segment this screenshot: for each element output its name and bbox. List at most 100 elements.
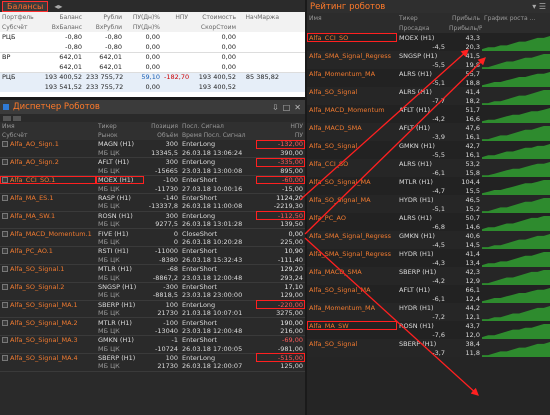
tab-scroll-icon[interactable]: ◂▸	[52, 2, 64, 11]
robot-checkbox[interactable]	[2, 248, 8, 255]
robot-subrow[interactable]: МБ ЦК -8818,5 23.03.18 23:00:00 129,00	[0, 291, 305, 301]
robot-name-cell[interactable]: Alfa_CCI_SO.1	[0, 175, 96, 185]
robot-checkbox[interactable]	[2, 177, 8, 184]
robot-subrow[interactable]: МБ ЦК 21730 26.03.18 12:00:07 125,00	[0, 362, 305, 372]
robot-name-cell[interactable]: Alfa_SO_Signal.2	[0, 282, 96, 291]
balance-row[interactable]: ВР 642,01 642,01 0,00 0,00	[0, 51, 305, 62]
rating-row[interactable]: Alfa_MA_SW ROSN (H1) 43,7	[307, 321, 550, 339]
col-pu-day[interactable]: ПУ(Дн)%	[124, 12, 162, 22]
robot-name-cell[interactable]: Alfa_SO_Signal_MA.2	[0, 318, 96, 327]
rating-row[interactable]: Alfa_PC_AO ALRS (H1) 50,7	[307, 213, 550, 231]
robot-subrow[interactable]: МБ ЦК 21730 21.03.18 10:07:01 3275,00	[0, 308, 305, 319]
robot-name-cell[interactable]: Alfa_SO_Signal_MA.1	[0, 300, 96, 309]
robot-checkbox[interactable]	[2, 159, 8, 166]
robot-row[interactable]: Alfa_SO_Signal_MA.3 GMKN (H1) -1 EnterShort…	[0, 336, 305, 345]
robot-row[interactable]: Alfa_AO_Sign.2 AFLT (H1) 300 EnterLong -335,…	[0, 157, 305, 167]
pin-icon[interactable]: ⇩	[272, 103, 279, 112]
robot-checkbox[interactable]	[2, 301, 8, 308]
balance-row[interactable]: 642,01 642,01 0,00 0,00	[0, 62, 305, 72]
rating-row[interactable]: Alfa_SO_Signal_MA AFLT (H1) 66,1	[307, 285, 550, 303]
rating-row[interactable]: Alfa_MACD_SMA SBERP (H1) 42,3	[307, 267, 550, 285]
robot-subrow[interactable]: МБ ЦК 0 26.03.18 10:20:28 225,00	[0, 237, 305, 248]
robot-row[interactable]: Alfa_SO_Signal_MA.4 SBERP (H1) 100 EnterLon…	[0, 353, 305, 363]
robot-checkbox[interactable]	[2, 141, 8, 148]
robot-checkbox[interactable]	[2, 319, 8, 326]
col-ticker[interactable]: Тикер	[397, 13, 447, 23]
rating-row[interactable]: Alfa_SO_Signal_MA HYDR (H1) 46,5	[307, 195, 550, 213]
robot-name-cell[interactable]: Alfa_AO_Sign.2	[0, 158, 96, 167]
rating-row[interactable]: Alfa_CCI_SO ALRS (H1) 53,2	[307, 159, 550, 177]
rating-row[interactable]: Alfa_CCI_SO MOEX (H1) 43,3	[307, 33, 550, 51]
rating-row[interactable]: Alfa_MACD_Momentum AFLT (H1) 51,7	[307, 105, 550, 123]
robot-row[interactable]: Alfa_SO_Signal.1 MTLR (H1) -68 EnterShort 12…	[0, 264, 305, 273]
col-margin[interactable]: НачМаржа	[238, 12, 281, 22]
rating-row[interactable]: Alfa_SMA_Signal_Regress GMKN (H1) 40,6	[307, 231, 550, 249]
robot-row[interactable]: Alfa_SO_Signal_MA.2 MTLR (H1) -100 EnterSho…	[0, 318, 305, 327]
robot-name-cell[interactable]: Alfa_AO_Sign.1	[0, 140, 96, 149]
robot-name-cell[interactable]: Alfa_PC_AO.1	[0, 247, 96, 256]
robot-row[interactable]: Alfa_SO_Signal.2 SNGSP (H1) -300 EnterShort…	[0, 282, 305, 291]
col-profit[interactable]: Прибыль	[447, 13, 482, 23]
rating-row[interactable]: Alfa_SMA_Signal_Regress SNGSP (H1) 41,5	[307, 51, 550, 69]
col-rubles[interactable]: Рубли	[84, 12, 124, 22]
col-growth-chart[interactable]: График роста ...	[482, 13, 550, 23]
col-npu[interactable]: НПУ	[256, 122, 305, 131]
maximize-icon[interactable]: □	[283, 103, 291, 112]
robot-subrow[interactable]: МБ ЦК -11730 27.03.18 10:00:16 -15,00	[0, 184, 305, 194]
balance-row[interactable]: -0,80 -0,80 0,00 0,00	[0, 42, 305, 52]
robot-checkbox[interactable]	[2, 195, 8, 202]
col-last-signal[interactable]: Посл. Сигнал	[180, 122, 246, 131]
robot-name-cell[interactable]: Alfa_SO_Signal_MA.3	[0, 336, 96, 345]
close-icon[interactable]: ✕	[294, 103, 301, 112]
robot-checkbox[interactable]	[2, 283, 8, 290]
robot-subrow[interactable]: МБ ЦК -8867,2 23.03.18 12:00:48 293,24	[0, 273, 305, 283]
rating-row[interactable]: Alfa_SO_Signal_MA MTLR (H1) 104,4	[307, 177, 550, 195]
toolbar-button[interactable]	[13, 115, 21, 121]
col-name[interactable]: Имя	[0, 122, 96, 131]
robot-row[interactable]: Alfa_AO_Sign.1 MAGN (H1) 300 EnterLong -132,…	[0, 140, 305, 149]
robot-subrow[interactable]: МБ ЦК -13040 23.03.18 12:00:48 216,00	[0, 326, 305, 337]
robot-name-cell[interactable]: Alfa_SO_Signal.1	[0, 264, 96, 273]
robot-row[interactable]: Alfa_MA_ES.1 RASP (H1) -140 EnterShort 1124,…	[0, 193, 305, 202]
robot-checkbox[interactable]	[2, 212, 8, 219]
rating-row[interactable]: Alfa_SO_Signal ALRS (H1) 41,4	[307, 87, 550, 105]
col-position[interactable]: Позиция	[144, 122, 180, 131]
robot-name-cell[interactable]: Alfa_MACD_Momentum.1	[0, 229, 96, 238]
rating-row[interactable]: Alfa_SO_Signal GMKN (H1) 42,7	[307, 141, 550, 159]
rating-row[interactable]: Alfa_Momentum_MA ALRS (H1) 55,7	[307, 69, 550, 87]
robot-subrow[interactable]: МБ ЦК -8380 26.03.18 15:32:43 -111,40	[0, 255, 305, 265]
robot-subrow[interactable]: МБ ЦК -10724 26.03.18 17:00:05 -981,00	[0, 344, 305, 354]
col-name[interactable]: Имя	[307, 13, 397, 23]
robot-row[interactable]: Alfa_CCI_SO.1 MOEX (H1) -100 EnterShort -60,…	[0, 175, 305, 185]
robot-checkbox[interactable]	[2, 355, 8, 362]
toolbar-button[interactable]	[3, 115, 11, 121]
robot-name-cell[interactable]: Alfa_MA_SW.1	[0, 211, 96, 220]
rating-row[interactable]: Alfa_SO_Signal SBERP (H1) 38,4	[307, 339, 550, 357]
col-balance[interactable]: Баланс	[40, 12, 84, 22]
filter-icon[interactable]: ▾ ☰	[532, 2, 550, 11]
robot-name-cell[interactable]: Alfa_MA_ES.1	[0, 193, 96, 202]
tab-balances[interactable]: Балансы	[2, 0, 49, 12]
robot-subrow[interactable]: МБ ЦК -13337,8 26.03.18 11:00:08 -2219,30	[0, 202, 305, 212]
col-value[interactable]: Стоимость	[190, 12, 238, 22]
robot-row[interactable]: Alfa_PC_AO.1 RSTI (H1) -11000 EnterShort 10,…	[0, 247, 305, 256]
robot-row[interactable]: Alfa_MACD_Momentum.1 FIVE (H1) 0 CloseShort…	[0, 229, 305, 238]
balance-row[interactable]: РЦБ 193 400,52 233 755,72 59,10 -182,70 193 4…	[0, 71, 305, 82]
robot-row[interactable]: Alfa_MA_SW.1 ROSN (H1) 300 EnterLong -112,50	[0, 211, 305, 221]
robot-subrow[interactable]: МБ ЦК -15665 23.03.18 13:00:08 895,00	[0, 166, 305, 177]
robot-subrow[interactable]: МБ ЦК 13345,5 26.03.18 13:06:24 390,00	[0, 148, 305, 159]
balance-row[interactable]: РЦБ -0,80 -0,80 0,00 0,00	[0, 32, 305, 42]
rating-row[interactable]: Alfa_MACD_SMA AFLT (H1) 47,6	[307, 123, 550, 141]
col-ticker[interactable]: Тикер	[96, 122, 144, 131]
robot-checkbox[interactable]	[2, 266, 8, 273]
rating-row[interactable]: Alfa_SMA_Signal_Regress HYDR (H1) 41,4	[307, 249, 550, 267]
robot-row[interactable]: Alfa_SO_Signal_MA.1 SBERP (H1) 100 EnterLon…	[0, 300, 305, 309]
robot-name-cell[interactable]: Alfa_SO_Signal_MA.4	[0, 353, 96, 362]
rating-row[interactable]: Alfa_Momentum_MA HYDR (H1) 44,2	[307, 303, 550, 321]
col-npu[interactable]: НПУ	[162, 12, 190, 22]
robot-checkbox[interactable]	[2, 337, 8, 344]
robot-subrow[interactable]: МБ ЦК 9277,5 26.03.18 13:01:28 139,50	[0, 220, 305, 230]
robot-checkbox[interactable]	[2, 230, 8, 237]
balance-row[interactable]: 193 541,52 233 755,72 0,00 193 400,52	[0, 82, 305, 92]
col-portfolio[interactable]: Портфель	[0, 12, 40, 22]
